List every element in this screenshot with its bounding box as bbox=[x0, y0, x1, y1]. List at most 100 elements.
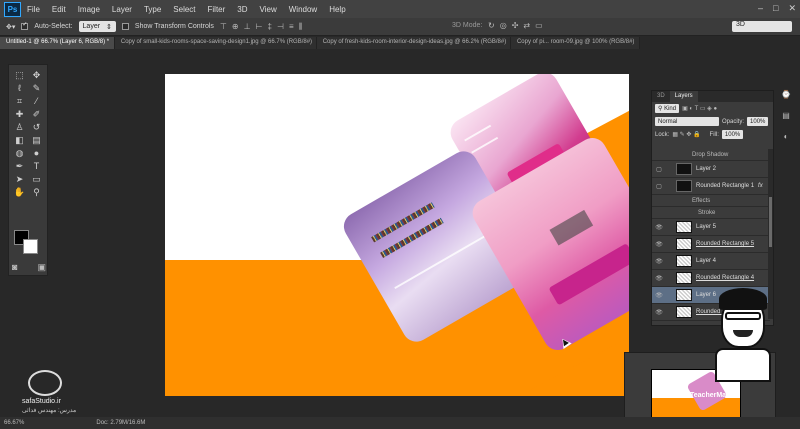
lasso-tool-icon[interactable]: ℓ bbox=[11, 82, 28, 94]
mode-icons: ◙ ▣ bbox=[12, 262, 46, 273]
menu-window[interactable]: Window bbox=[283, 5, 323, 14]
hand-tool-icon[interactable]: ✋ bbox=[11, 186, 28, 198]
type-tool-icon[interactable]: T bbox=[28, 160, 45, 172]
eye-icon[interactable]: 👁 bbox=[652, 258, 666, 265]
path-select-tool-icon[interactable]: ➤ bbox=[11, 173, 28, 185]
align-icons: ⊤ ⊕ ⊥ ⊢ ‡ ⊣ ≡ ⫼ bbox=[220, 22, 302, 32]
menu-file[interactable]: File bbox=[21, 5, 46, 14]
menu-type[interactable]: Type bbox=[138, 5, 167, 14]
align-right-icon[interactable]: ⊣ bbox=[277, 22, 284, 32]
crop-tool-icon[interactable]: ⌗ bbox=[11, 95, 28, 107]
opacity-field[interactable]: 100% bbox=[747, 117, 769, 126]
color-swatches[interactable] bbox=[14, 230, 42, 256]
menu-select[interactable]: Select bbox=[167, 5, 201, 14]
visibility-off-icon[interactable]: ▢ bbox=[652, 183, 666, 190]
options-bar: ✥▾ Auto-Select: Layer ⇕ Show Transform Co… bbox=[0, 18, 800, 36]
fx-icon[interactable]: fx bbox=[758, 183, 763, 189]
tab-small-kids-rooms[interactable]: Copy of small-kids-rooms-space-saving-de… bbox=[115, 37, 317, 49]
background-color[interactable] bbox=[23, 239, 38, 254]
tab-3d[interactable]: 3D bbox=[652, 91, 670, 102]
layer-effects-group[interactable]: Effects bbox=[652, 195, 770, 207]
maximize-icon[interactable]: □ bbox=[773, 3, 778, 14]
layer-row-rounded-rectangle-1[interactable]: ▢ Rounded Rectangle 1 fx bbox=[652, 178, 770, 195]
rotate-3d-icon[interactable]: ↻ bbox=[488, 21, 495, 30]
tab-untitled-1[interactable]: Untitled-1 @ 66.7% (Layer 6, RGB/8) * bbox=[0, 37, 115, 49]
stamp-tool-icon[interactable]: ♙ bbox=[11, 121, 28, 133]
dodge-tool-icon[interactable]: ● bbox=[28, 147, 45, 159]
quick-mask-icon[interactable]: ◙ bbox=[12, 262, 17, 273]
adjustments-icon[interactable]: ◐ bbox=[784, 132, 789, 141]
gradient-tool-icon[interactable]: ▤ bbox=[28, 134, 45, 146]
pen-tool-icon[interactable]: ✒ bbox=[11, 160, 28, 172]
scale-3d-icon[interactable]: ▭ bbox=[535, 21, 543, 30]
move-tool-icon[interactable]: ✥ bbox=[28, 69, 45, 81]
layer-row-rounded-rectangle-5[interactable]: 👁 Rounded Rectangle 5 bbox=[652, 236, 770, 253]
menu-help[interactable]: Help bbox=[323, 5, 351, 14]
align-middle-icon[interactable]: ⊕ bbox=[232, 22, 239, 32]
minimize-icon[interactable]: – bbox=[758, 3, 763, 14]
lock-row: Lock: ▦ ✎ ✥ 🔒 Fill: 100% bbox=[652, 128, 773, 141]
fill-field[interactable]: 100% bbox=[721, 130, 744, 139]
shape-tool-icon[interactable]: ▭ bbox=[28, 173, 45, 185]
align-top-icon[interactable]: ⊤ bbox=[220, 22, 227, 32]
distribute-icon[interactable]: ≡ bbox=[289, 22, 294, 32]
history-brush-icon[interactable]: ↺ bbox=[28, 121, 45, 133]
brush-tool-icon[interactable]: ✐ bbox=[28, 108, 45, 120]
eye-icon[interactable]: 👁 bbox=[652, 275, 666, 282]
align-center-icon[interactable]: ‡ bbox=[268, 22, 272, 32]
move-tool-icon[interactable]: ✥▾ bbox=[6, 23, 15, 31]
tab-fresh-kids-room[interactable]: Copy of fresh-kids-room-interior-design-… bbox=[317, 37, 511, 49]
layer-name: Drop Shadow bbox=[692, 151, 729, 158]
tab-layers[interactable]: Layers bbox=[669, 91, 698, 102]
layer-effect-stroke[interactable]: Stroke bbox=[652, 207, 770, 219]
layer-row-layer-5[interactable]: 👁 Layer 5 bbox=[652, 219, 770, 236]
menu-view[interactable]: View bbox=[254, 5, 283, 14]
align-left-icon[interactable]: ⊢ bbox=[256, 22, 263, 32]
close-icon[interactable]: ✕ bbox=[788, 3, 796, 14]
layer-row-layer-4[interactable]: 👁 Layer 4 bbox=[652, 253, 770, 270]
roll-3d-icon[interactable]: ◎ bbox=[500, 21, 507, 30]
menu-3d[interactable]: 3D bbox=[231, 5, 253, 14]
workspace-dropdown[interactable]: 3D bbox=[732, 21, 792, 32]
menu-layer[interactable]: Layer bbox=[106, 5, 138, 14]
history-icon[interactable]: ⌚ bbox=[781, 90, 791, 99]
eye-icon[interactable]: 👁 bbox=[652, 224, 666, 231]
fill-label: Fill: bbox=[709, 131, 719, 138]
safastudio-logo-icon bbox=[28, 370, 62, 396]
align-bottom-icon[interactable]: ⊥ bbox=[244, 22, 251, 32]
side-panel-icons: ⌚ ▤ ◐ bbox=[776, 90, 796, 141]
healing-tool-icon[interactable]: ✚ bbox=[11, 108, 28, 120]
menu-image[interactable]: Image bbox=[72, 5, 106, 14]
show-transform-checkbox[interactable] bbox=[121, 23, 129, 30]
marquee-tool-icon[interactable]: ⬚ bbox=[11, 69, 28, 81]
tab-pink-room[interactable]: Copy of pi... room-09.jpg @ 100% (RGB/8#… bbox=[511, 37, 640, 49]
eye-icon[interactable]: 👁 bbox=[652, 241, 666, 248]
zoom-level[interactable]: 66.67% bbox=[4, 420, 24, 426]
kind-filter-dropdown[interactable]: ⚲ Kind bbox=[655, 104, 680, 113]
drag-3d-icon[interactable]: ✣ bbox=[512, 21, 519, 30]
menu-filter[interactable]: Filter bbox=[202, 5, 232, 14]
menu-bar: Ps File Edit Image Layer Type Select Fil… bbox=[0, 0, 800, 18]
blend-mode-dropdown[interactable]: Normal bbox=[655, 117, 719, 126]
auto-select-dropdown[interactable]: Layer ⇕ bbox=[78, 21, 116, 32]
quick-select-tool-icon[interactable]: ✎ bbox=[28, 82, 45, 94]
screen-mode-icon[interactable]: ▣ bbox=[37, 262, 46, 273]
layer-row-layer-2[interactable]: ▢ Layer 2 bbox=[652, 161, 770, 178]
blur-tool-icon[interactable]: ◍ bbox=[11, 147, 28, 159]
auto-select-checkbox[interactable] bbox=[21, 23, 29, 30]
eyedropper-tool-icon[interactable]: ⁄ bbox=[28, 95, 45, 107]
zoom-tool-icon[interactable]: ⚲ bbox=[28, 186, 45, 198]
eraser-tool-icon[interactable]: ◧ bbox=[11, 134, 28, 146]
eye-icon[interactable]: 👁 bbox=[652, 292, 666, 299]
layer-effect-drop-shadow[interactable]: Drop Shadow bbox=[652, 149, 770, 161]
layer-row-rounded-rectangle-4[interactable]: 👁 Rounded Rectangle 4 bbox=[652, 270, 770, 287]
shelf bbox=[464, 124, 492, 142]
document-canvas[interactable] bbox=[165, 74, 629, 396]
properties-icon[interactable]: ▤ bbox=[782, 111, 790, 120]
menu-edit[interactable]: Edit bbox=[46, 5, 72, 14]
lock-icons[interactable]: ▦ ✎ ✥ 🔒 bbox=[672, 131, 700, 138]
eye-icon[interactable]: 👁 bbox=[652, 309, 666, 316]
visibility-off-icon[interactable]: ▢ bbox=[652, 166, 666, 173]
slide-3d-icon[interactable]: ⇄ bbox=[523, 21, 530, 30]
distribute-h-icon[interactable]: ⫼ bbox=[299, 22, 303, 32]
